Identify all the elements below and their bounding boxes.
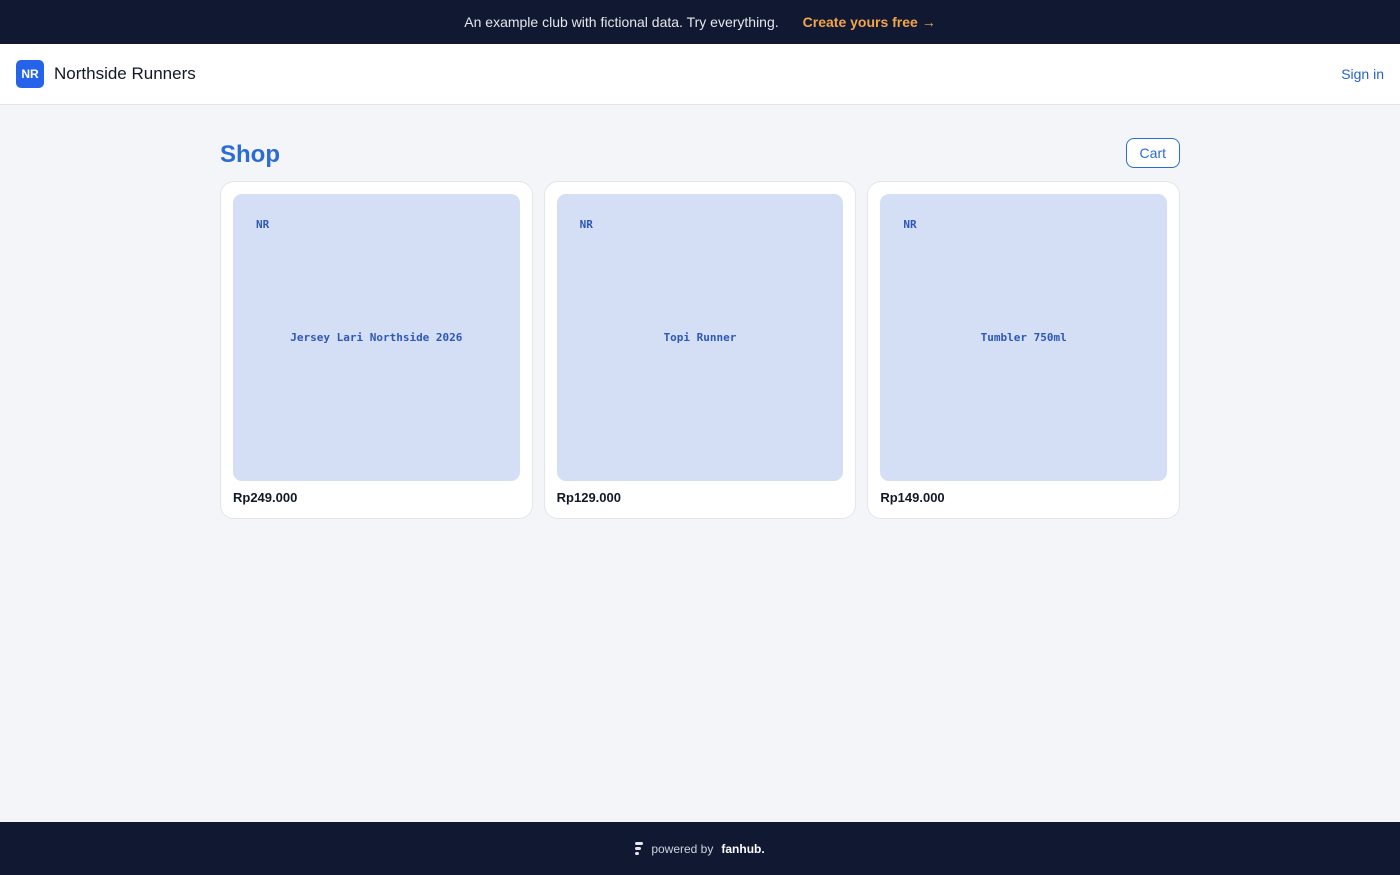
powered-by-text: powered by (651, 841, 714, 856)
product-card[interactable]: NR Tumbler 750ml Rp149.000 (867, 181, 1180, 519)
product-price: Rp249.000 (233, 490, 298, 505)
create-yours-free-link[interactable]: Create yours free → (803, 14, 936, 30)
fanhub-logo-icon (635, 842, 644, 855)
site-footer: powered by fanhub. (0, 822, 1400, 875)
demo-banner: An example club with fictional data. Try… (0, 0, 1400, 44)
product-image-mark: NR (903, 218, 917, 231)
cart-button[interactable]: Cart (1125, 138, 1180, 168)
product-image: NR Tumbler 750ml (880, 194, 1167, 481)
product-price: Rp129.000 (556, 490, 621, 505)
page-title: Shop (220, 141, 280, 168)
product-name: Tumbler 750ml (980, 331, 1067, 344)
sign-in-link[interactable]: Sign in (1341, 66, 1384, 82)
shop-page: Shop Cart NR Jersey Lari Northside 2026 … (220, 105, 1180, 519)
product-price: Rp149.000 (880, 490, 945, 505)
shop-header: Shop Cart (220, 137, 1180, 169)
product-card[interactable]: NR Topi Runner Rp129.000 (543, 181, 857, 519)
product-image: NR Jersey Lari Northside 2026 (233, 194, 520, 481)
product-name: Jersey Lari Northside 2026 (290, 331, 463, 344)
club-logo: NR (16, 60, 44, 88)
product-image-mark: NR (256, 218, 270, 231)
product-image: NR Topi Runner (556, 194, 844, 481)
product-grid: NR Jersey Lari Northside 2026 Rp249.000 … (220, 181, 1180, 519)
banner-text: An example club with fictional data. Try… (464, 14, 779, 30)
product-name: Topi Runner (663, 331, 737, 344)
site-header: NR Northside Runners Sign in (0, 44, 1400, 105)
brand[interactable]: NR Northside Runners (16, 60, 196, 88)
product-image-mark: NR (579, 218, 593, 231)
club-name: Northside Runners (54, 64, 196, 83)
product-card[interactable]: NR Jersey Lari Northside 2026 Rp249.000 (220, 181, 533, 519)
fanhub-link[interactable]: fanhub. (721, 842, 764, 856)
